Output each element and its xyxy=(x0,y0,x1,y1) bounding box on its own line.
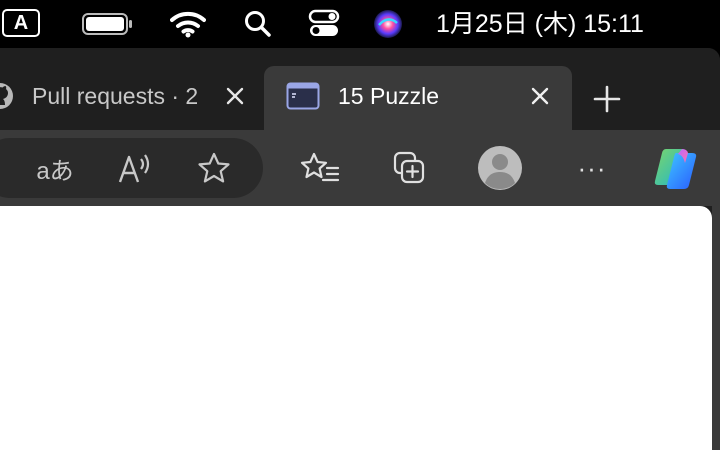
macos-menu-bar: A 1月25日 (木) 15:11 xyxy=(0,0,720,48)
battery-icon[interactable] xyxy=(80,0,136,48)
page-content[interactable] xyxy=(0,206,712,450)
tab-pull-requests[interactable]: Pull requests · 2 xyxy=(0,66,260,126)
tab-title: 15 Puzzle xyxy=(338,83,440,109)
tab-strip: Pull requests · 2 15 Puzzle xyxy=(0,48,720,130)
github-icon xyxy=(0,82,14,110)
spotlight-search-icon[interactable] xyxy=(238,0,278,48)
more-menu-icon[interactable]: ··· xyxy=(567,143,617,193)
profile-avatar-icon[interactable] xyxy=(475,143,525,193)
browser-toolbar: aあ ··· xyxy=(0,130,720,206)
favorite-star-icon[interactable] xyxy=(189,143,239,193)
copilot-icon[interactable] xyxy=(650,141,704,195)
close-tab-button[interactable] xyxy=(221,82,249,110)
read-aloud-translate-icon[interactable]: aあ xyxy=(30,143,80,193)
input-source-indicator[interactable]: A xyxy=(2,9,40,37)
close-tab-button[interactable] xyxy=(526,82,554,110)
menu-bar-clock[interactable]: 1月25日 (木) 15:11 xyxy=(436,7,644,41)
close-icon xyxy=(531,87,549,105)
plus-icon xyxy=(593,85,621,113)
collections-icon[interactable] xyxy=(384,143,434,193)
translate-glyph: aあ xyxy=(36,157,74,185)
new-tab-button[interactable] xyxy=(590,82,624,116)
more-glyph: ··· xyxy=(577,152,607,183)
window-edge xyxy=(712,206,720,450)
close-icon xyxy=(226,87,244,105)
control-center-icon[interactable] xyxy=(304,0,344,48)
read-aloud-icon[interactable] xyxy=(110,143,160,193)
siri-icon[interactable] xyxy=(368,0,408,48)
browser-window: Pull requests · 2 15 Puzzle aあ ··· xyxy=(0,48,720,450)
window-icon xyxy=(286,82,320,110)
tab-title: Pull requests · 2 xyxy=(32,83,199,109)
favorites-list-icon[interactable] xyxy=(295,143,345,193)
tab-15-puzzle[interactable]: 15 Puzzle xyxy=(264,66,572,130)
wifi-icon[interactable] xyxy=(166,0,210,48)
